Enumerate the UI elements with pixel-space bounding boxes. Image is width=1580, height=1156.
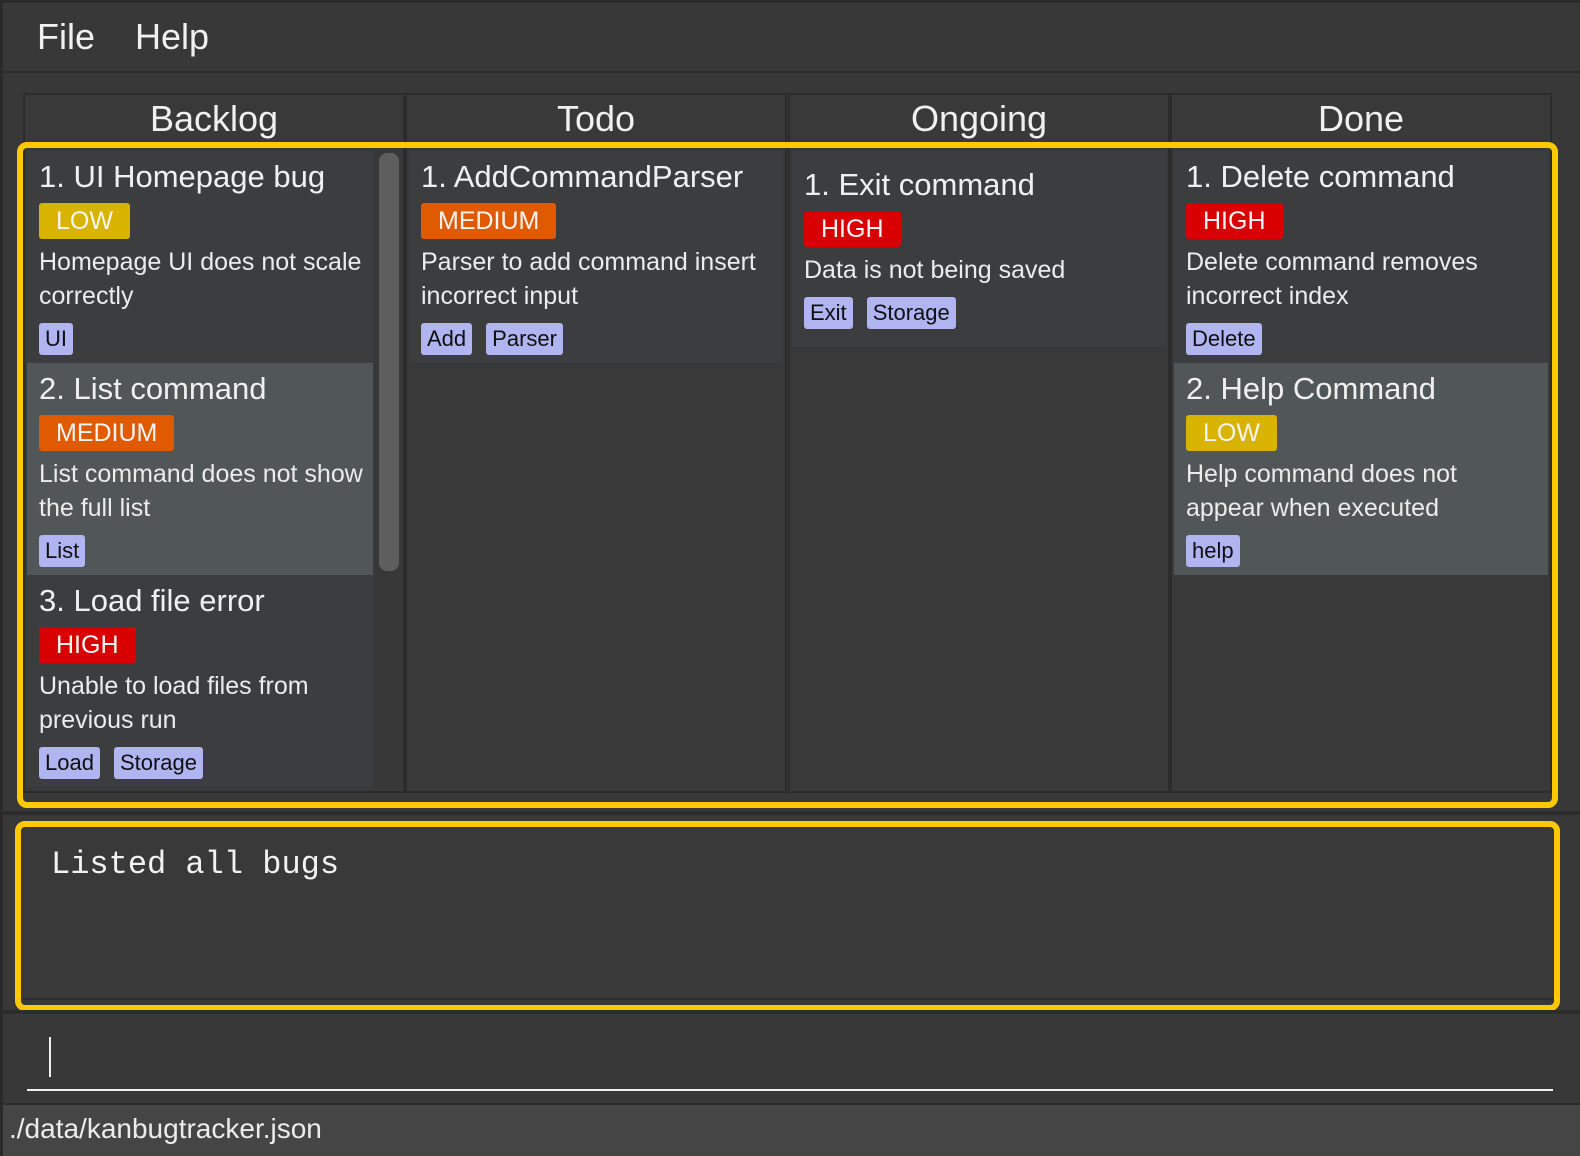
bug-description: Help command does not appear when execut… [1186, 460, 1457, 522]
tag-list: Delete [1186, 323, 1538, 355]
bug-list[interactable]: 1. UI Homepage bug LOW Homepage UI does no… [27, 151, 373, 789]
text-caret [49, 1037, 51, 1077]
bug-card[interactable]: 1. UI Homepage bug LOW Homepage UI does no… [27, 151, 373, 363]
bug-card[interactable]: 2. List command MEDIUM List command does n… [27, 363, 373, 575]
bug-card[interactable]: 1. Delete command HIGH Delete command remo… [1174, 151, 1548, 363]
priority-badge: LOW [39, 203, 130, 239]
result-text: Listed all bugs [51, 846, 340, 883]
column-ongoing: Ongoing 1. Exit command HIGH Data is not be… [788, 93, 1170, 793]
bug-list[interactable]: 1. Delete command HIGH Delete command remo… [1174, 151, 1548, 789]
column-todo: Todo 1. AddCommandParser MEDIUM Parser to a… [405, 93, 787, 793]
bug-title: 1. Delete command [1186, 159, 1455, 194]
bug-title: 2. Help Command [1186, 371, 1436, 406]
menu-file[interactable]: File [37, 16, 95, 58]
column-header: Backlog [25, 95, 403, 145]
bug-card[interactable]: 2. Help Command LOW Help command does not … [1174, 363, 1548, 575]
priority-badge: MEDIUM [421, 203, 557, 239]
tag: Parser [486, 323, 563, 355]
priority-badge: LOW [1186, 415, 1277, 451]
tag-list: List [39, 535, 363, 567]
divider [3, 811, 1580, 815]
bug-title: 1. UI Homepage bug [39, 159, 326, 194]
column-header: Ongoing [790, 95, 1168, 145]
bug-list[interactable]: 1. AddCommandParser MEDIUM Parser to add c… [409, 151, 783, 789]
bug-card[interactable]: 3. Load file error HIGH Unable to load fil… [27, 575, 373, 787]
divider [3, 1010, 1580, 1014]
column-done: Done 1. Delete command HIGH Delete command … [1170, 93, 1552, 793]
bug-title: 2. List command [39, 371, 267, 406]
save-location: ./data/kanbugtracker.json [9, 1113, 322, 1144]
tag: Storage [866, 297, 956, 329]
tag-list: UI [39, 323, 363, 355]
menu-help[interactable]: Help [135, 16, 209, 58]
bug-title: 1. AddCommandParser [421, 159, 744, 194]
tag: Exit [804, 297, 853, 329]
priority-badge: HIGH [804, 211, 901, 247]
command-input[interactable] [27, 1023, 1553, 1091]
bug-title: 1. Exit command [804, 167, 1035, 202]
column-header: Todo [407, 95, 785, 145]
bug-description: List command does not show the full list [39, 460, 363, 522]
bug-description: Data is not being saved [804, 256, 1066, 284]
scrollbar-thumb[interactable] [379, 153, 399, 571]
tag-list: Load Storage [39, 747, 363, 779]
tag-list: Exit Storage [804, 297, 1156, 329]
tag: List [39, 535, 86, 567]
bug-description: Delete command removes incorrect index [1186, 248, 1478, 310]
tag: Delete [1186, 323, 1262, 355]
priority-badge: HIGH [39, 627, 136, 663]
bug-description: Parser to add command insert incorrect i… [421, 248, 756, 310]
bug-title: 3. Load file error [39, 583, 265, 618]
bug-description: Homepage UI does not scale correctly [39, 248, 362, 310]
tag: UI [39, 323, 73, 355]
bug-list[interactable]: 1. Exit command HIGH Data is not being sav… [792, 151, 1166, 789]
bug-card[interactable]: 1. AddCommandParser MEDIUM Parser to add c… [409, 151, 783, 363]
tag: Storage [113, 747, 204, 779]
status-bar: ./data/kanbugtracker.json [3, 1103, 1580, 1156]
result-display: Listed all bugs [23, 828, 1553, 1000]
tag-list: Add Parser [421, 323, 773, 355]
tag: Add [421, 323, 473, 355]
kanban-board: Backlog 1. UI Homepage bug LOW Homepage UI … [23, 93, 1558, 795]
column-header: Done [1172, 95, 1550, 145]
scrollbar[interactable] [375, 151, 399, 791]
priority-badge: HIGH [1186, 203, 1283, 239]
tag-list: help [1186, 535, 1538, 567]
column-backlog: Backlog 1. UI Homepage bug LOW Homepage UI … [23, 93, 405, 793]
tag: help [1186, 535, 1240, 567]
priority-badge: MEDIUM [39, 415, 175, 451]
bug-description: Unable to load files from previous run [39, 672, 309, 734]
tag: Load [39, 747, 100, 779]
menu-bar: File Help [3, 3, 1580, 73]
bug-card[interactable]: 1. Exit command HIGH Data is not being sav… [792, 151, 1166, 347]
